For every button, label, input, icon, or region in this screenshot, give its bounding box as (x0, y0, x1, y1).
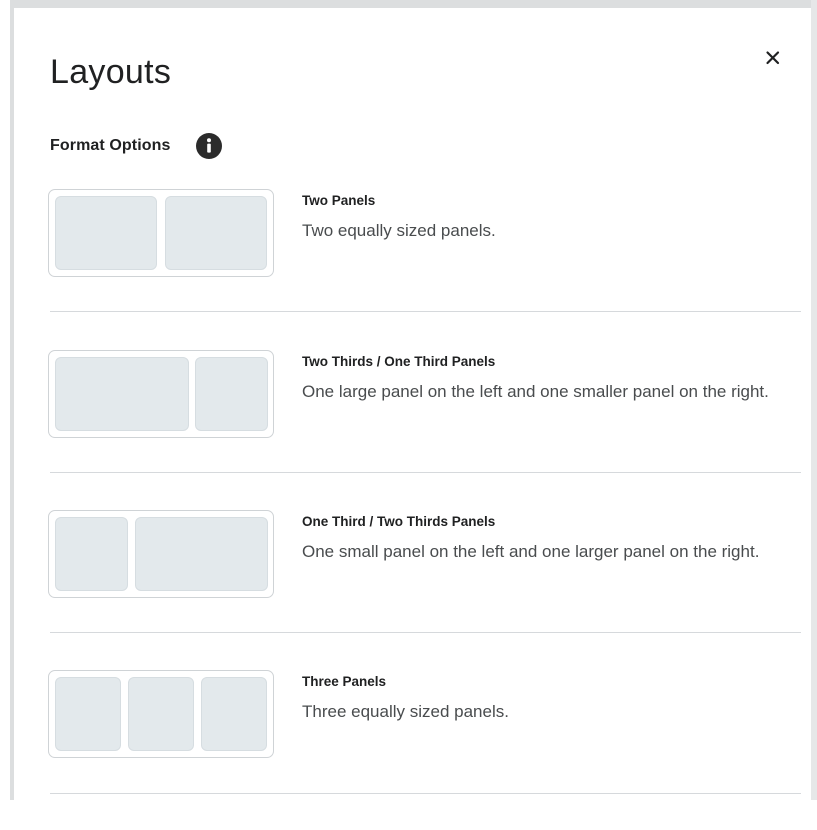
layout-option-title: Two Panels (302, 193, 376, 208)
layout-thumbnail (48, 510, 274, 598)
divider (50, 472, 801, 473)
layout-option-description: One large panel on the left and one smal… (302, 382, 769, 401)
thumbnail-panel (201, 677, 267, 751)
screen: Layouts Format Options Two Panels Two eq… (0, 0, 817, 800)
divider (50, 793, 801, 794)
format-options-label: Format Options (50, 137, 171, 154)
layout-option-title: Three Panels (302, 674, 387, 689)
format-options-header: Format Options (50, 129, 224, 163)
close-button[interactable] (757, 42, 789, 74)
layout-option-two-panels[interactable]: Two Panels Two equally sized panels. (48, 189, 787, 349)
divider (50, 311, 801, 312)
divider (50, 632, 801, 633)
layout-option-text: Two Thirds / One Third Panels One large … (302, 350, 792, 407)
thumbnail-panel (165, 196, 267, 270)
layout-option-description: Three equally sized panels. (302, 702, 509, 721)
layout-option-title: One Third / Two Thirds Panels (302, 514, 496, 529)
thumbnail-panel (55, 357, 189, 431)
thumbnail-panel (55, 677, 121, 751)
layout-option-description: Two equally sized panels. (302, 221, 496, 240)
layout-thumbnail (48, 670, 274, 758)
layout-thumbnail (48, 189, 274, 277)
thumbnail-panel (128, 677, 194, 751)
layouts-dialog: Layouts Format Options Two Panels Two eq… (14, 8, 811, 800)
layout-option-text: One Third / Two Thirds Panels One small … (302, 510, 792, 567)
info-icon[interactable] (194, 131, 224, 161)
layout-option-two-thirds-one-third[interactable]: Two Thirds / One Third Panels One large … (48, 350, 787, 510)
thumbnail-panel (55, 196, 157, 270)
thumbnail-panel (135, 517, 268, 591)
layout-option-text: Three Panels Three equally sized panels. (302, 670, 792, 727)
thumbnail-panel (195, 357, 268, 431)
layout-thumbnail (48, 350, 274, 438)
dialog-title: Layouts (50, 53, 172, 91)
layout-option-one-third-two-thirds[interactable]: One Third / Two Thirds Panels One small … (48, 510, 787, 670)
layout-option-text: Two Panels Two equally sized panels. (302, 189, 792, 246)
frame-right-border (811, 0, 817, 800)
layout-option-title: Two Thirds / One Third Panels (302, 354, 496, 369)
layout-option-description: One small panel on the left and one larg… (302, 542, 760, 561)
close-icon (766, 51, 780, 65)
frame-top-border (10, 0, 817, 8)
thumbnail-panel (55, 517, 128, 591)
layout-option-three-panels[interactable]: Three Panels Three equally sized panels. (48, 670, 787, 830)
